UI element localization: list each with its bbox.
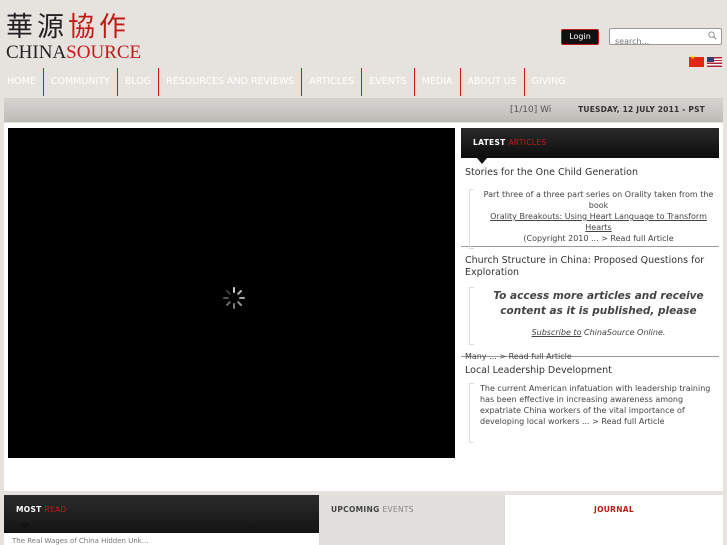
upcoming-events-title: UPCOMING EVENTS <box>331 505 414 514</box>
upcoming-title-accent: EVENTS <box>382 505 414 514</box>
main-panel: LATEST ARTICLES Stories for the One Chil… <box>4 123 723 491</box>
header-notch <box>20 523 30 529</box>
most-read-first-item[interactable]: The Real Wages of China Hidden Unk... <box>4 533 319 545</box>
latest-articles-header: LATEST ARTICLES <box>461 128 719 164</box>
journal-tab[interactable]: JOURNAL <box>504 495 723 545</box>
logo-chinese-black: 華源 <box>6 12 68 43</box>
upcoming-events-tab[interactable]: UPCOMING EVENTS <box>319 495 504 545</box>
article-excerpt-box: Part three of a three part series on Ora… <box>469 189 719 249</box>
read-full-article-link[interactable]: (Copyright 2010 ... > Read full Article <box>523 234 673 243</box>
journal-title: JOURNAL <box>594 505 634 514</box>
nav-item-giving[interactable]: Giving <box>525 68 573 96</box>
most-read-title-main: MOST <box>16 505 42 514</box>
logo-chinese-red: 協作 <box>68 12 130 43</box>
current-date: TUESDAY, 12 JULY 2011 - PST <box>578 105 705 114</box>
most-read-title: MOST READ <box>16 505 67 514</box>
nav-item-resources-and-reviews[interactable]: Resources and Reviews <box>159 68 303 96</box>
nav-item-about-us[interactable]: About Us <box>461 68 525 96</box>
nav-item-media[interactable]: Media <box>415 68 461 96</box>
search-icon[interactable] <box>708 31 717 40</box>
subscribe-note: To access more articles and receive cont… <box>493 290 704 317</box>
nav-item-home[interactable]: Home <box>0 68 44 96</box>
search-box <box>609 28 722 49</box>
article-title-link[interactable]: Stories for the One Child Generation <box>461 159 719 179</box>
ticker-text[interactable]: [1/10] Wi <box>510 105 551 115</box>
logo-english: CHINASOURCE <box>6 42 141 63</box>
book-link[interactable]: Orality Breakouts: Using Heart Language … <box>490 212 707 232</box>
logo-chinese: 華源協作 <box>6 12 136 43</box>
us-flag-icon[interactable] <box>707 57 722 67</box>
latest-title-accent: ARTICLES <box>508 138 547 147</box>
nav-item-blog[interactable]: Blog <box>118 68 160 96</box>
nav-item-articles[interactable]: Articles <box>302 68 363 96</box>
latest-articles-list: Stories for the One Child Generation Par… <box>461 159 719 443</box>
article-item: Stories for the One Child Generation Par… <box>461 159 719 249</box>
logo-english-black: CHINA <box>6 42 67 63</box>
site-logo[interactable]: 華源協作 CHINASOURCE <box>6 12 141 63</box>
login-button[interactable]: Login <box>561 29 599 45</box>
chinese-flag-icon[interactable] <box>689 54 704 67</box>
article-excerpt: The current American infatuation with le… <box>480 384 711 426</box>
excerpt-text: Part three of a three part series on Ora… <box>483 190 714 210</box>
article-excerpt: Part three of a three part series on Ora… <box>478 189 719 244</box>
search-input[interactable] <box>610 34 705 49</box>
article-item: Local Leadership Development The current… <box>461 357 719 443</box>
article-excerpt-box: The current American infatuation with le… <box>469 383 719 443</box>
most-read-title-accent: READ <box>44 505 67 514</box>
logo-english-red: SOURCE <box>66 42 142 63</box>
loading-spinner-icon <box>223 287 245 309</box>
video-player[interactable] <box>8 128 455 458</box>
nav-item-community[interactable]: Community <box>44 68 118 96</box>
nav-item-events[interactable]: Events <box>362 68 415 96</box>
article-item: Church Structure in China: Proposed Ques… <box>461 247 719 361</box>
upcoming-title-main: UPCOMING <box>331 505 380 514</box>
main-nav: Home Community Blog Resources and Reviews Ar… <box>0 68 727 98</box>
bottom-sections: MOST READ The Real Wages of China Hidden… <box>4 495 723 545</box>
latest-title-main: LATEST <box>473 138 506 147</box>
subscribe-line: Subscribe to ChinaSource Online. <box>478 328 719 337</box>
article-excerpt-box: To access more articles and receive cont… <box>469 287 719 345</box>
subscribe-end: . <box>662 328 666 337</box>
subscribe-text: ChinaSource Online <box>581 328 663 337</box>
article-title-link[interactable]: Local Leadership Development <box>461 357 719 377</box>
ticker-bar: [1/10] Wi TUESDAY, 12 JULY 2011 - PST <box>4 98 723 122</box>
subscribe-link[interactable]: Subscribe to <box>532 328 582 337</box>
most-read-tab[interactable]: MOST READ The Real Wages of China Hidden… <box>4 495 319 545</box>
article-title-link[interactable]: Church Structure in China: Proposed Ques… <box>461 247 719 279</box>
latest-articles-title: LATEST ARTICLES <box>473 138 546 147</box>
